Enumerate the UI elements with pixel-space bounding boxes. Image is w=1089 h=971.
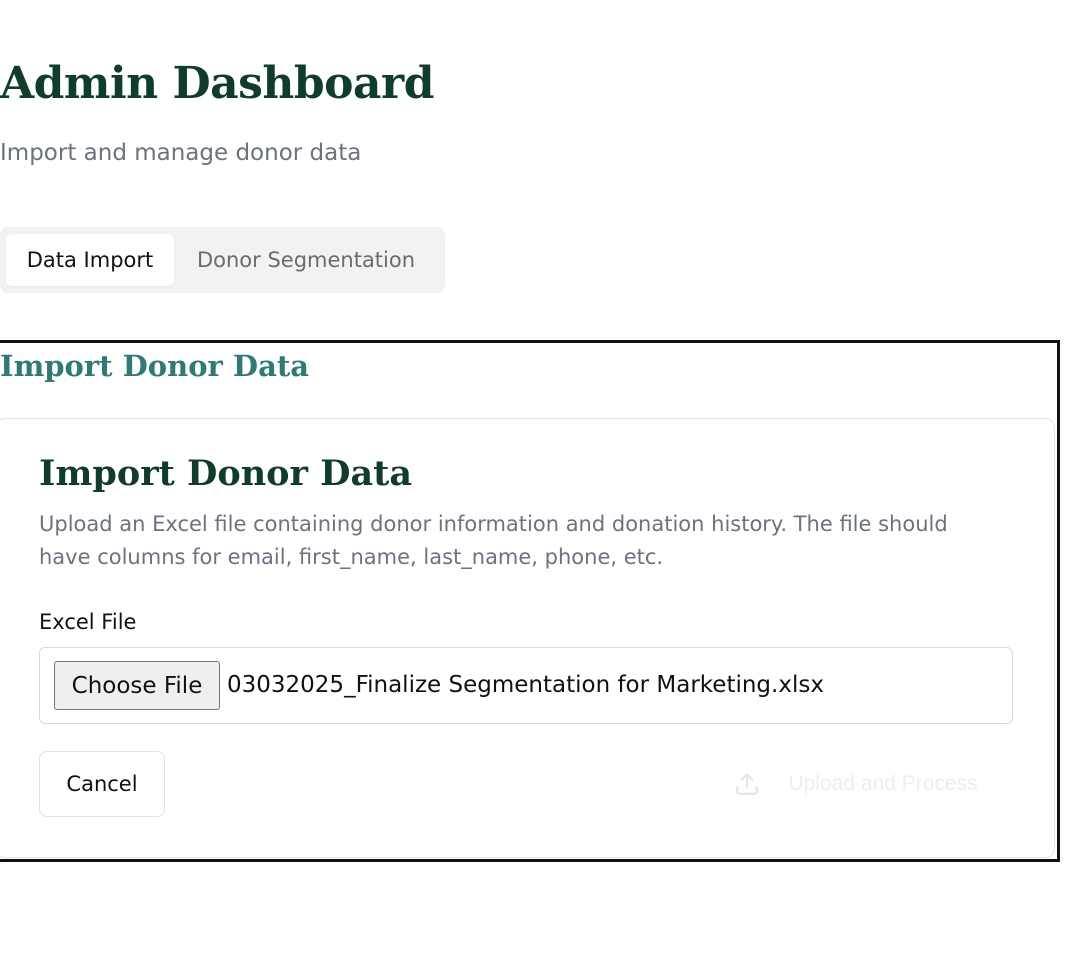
card-title: Import Donor Data — [39, 453, 413, 494]
tab-list: Data Import Donor Segmentation — [0, 227, 445, 293]
card-description: Upload an Excel file containing donor in… — [39, 512, 948, 569]
upload-button-label: Upload and Process — [788, 772, 978, 795]
choose-file-button[interactable]: Choose File — [54, 661, 220, 710]
tab-data-import[interactable]: Data Import — [6, 234, 174, 286]
upload-icon — [734, 771, 760, 797]
cancel-button[interactable]: Cancel — [39, 751, 165, 817]
section-title: Import Donor Data — [0, 349, 310, 383]
admin-dashboard-page: Admin Dashboard Import and manage donor … — [0, 0, 1089, 971]
selected-file-name: 03032025_Finalize Segmentation for Marke… — [227, 672, 824, 698]
excel-file-input[interactable]: Choose File 03032025_Finalize Segmentati… — [39, 647, 1013, 724]
upload-and-process-button[interactable]: Upload and Process — [700, 751, 1012, 817]
tab-donor-segmentation[interactable]: Donor Segmentation — [178, 234, 434, 286]
page-subtitle: Import and manage donor data — [0, 140, 362, 166]
excel-file-label: Excel File — [39, 610, 137, 634]
page-title: Admin Dashboard — [0, 58, 434, 109]
